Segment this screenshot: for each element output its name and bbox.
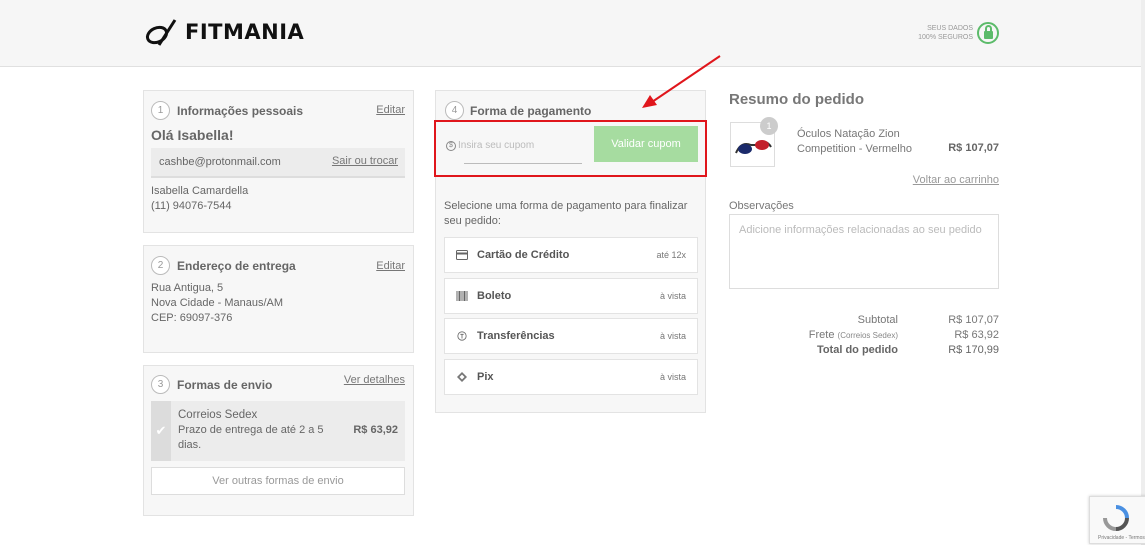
subtotal-label: Subtotal (857, 314, 898, 326)
product-name: Óculos Natação Zion Competition - Vermel… (797, 128, 912, 155)
shipping-label: Frete (808, 329, 835, 341)
step-number: 4 (445, 101, 464, 120)
payment-option-pix[interactable]: Pix à vista (444, 359, 698, 395)
section-title: Informações pessoais (177, 104, 304, 118)
shipping-details-link[interactable]: Ver detalhes (344, 374, 405, 386)
quantity-badge: 1 (760, 117, 778, 135)
shipping-value: R$ 63,92 (954, 329, 999, 341)
pix-icon (457, 372, 467, 382)
section-title: Endereço de entrega (177, 259, 296, 273)
secure-line2: 100% SEGUROS (918, 34, 973, 41)
payment-option-boleto[interactable]: Boleto à vista (444, 278, 698, 314)
email: cashbe@protonmail.com (159, 156, 281, 168)
address-line1: Rua Antigua, 5 (151, 282, 224, 294)
shipping-option-price: R$ 63,92 (353, 424, 398, 436)
payment-option-credit-card[interactable]: Cartão de Crédito até 12x (444, 237, 698, 273)
validate-coupon-button[interactable]: Validar cupom (594, 126, 698, 162)
secure-badge: SEUS DADOS 100% SEGUROS (915, 22, 999, 44)
recaptcha-text: Privacidade - Termos (1098, 535, 1145, 541)
step-number: 3 (151, 375, 170, 394)
coupon-placeholder: Insira seu cupom (458, 140, 535, 151)
payment-option-label: Boleto (477, 290, 512, 302)
edit-address-link[interactable]: Editar (376, 260, 405, 272)
recaptcha-icon (1103, 505, 1129, 531)
logo[interactable]: FITMANIA (145, 17, 304, 47)
summary-title: Resumo do pedido (729, 91, 864, 108)
logo-text: FITMANIA (185, 20, 305, 44)
address-line2: Nova Cidade - Manaus/AM (151, 297, 284, 309)
recaptcha-badge[interactable]: Privacidade - Termos (1089, 496, 1145, 544)
edit-personal-link[interactable]: Editar (376, 104, 405, 116)
barcode-icon (456, 291, 468, 301)
customer-phone: (11) 94076-7544 (151, 200, 232, 212)
email-bar: cashbe@protonmail.com Sair ou trocar (151, 148, 405, 178)
step-number: 2 (151, 256, 170, 275)
payment-option-note: até 12x (656, 250, 686, 260)
logo-mark-icon (145, 19, 177, 46)
credit-card-icon (456, 250, 468, 260)
total-label: Total do pedido (816, 344, 898, 356)
payment-instructions: Selecione uma forma de pagamento para fi… (444, 200, 688, 227)
header: FITMANIA SEUS DADOS 100% SEGUROS (0, 0, 1145, 67)
section-title: Forma de pagamento (470, 104, 592, 118)
section-title: Formas de envio (177, 378, 273, 392)
total-value: R$ 170,99 (948, 344, 999, 356)
address-card: 2 Endereço de entrega Editar Rua Antigua… (143, 245, 414, 353)
personal-info-card: 1 Informações pessoais Editar Olá Isabel… (143, 90, 414, 233)
payment-option-note: à vista (659, 331, 686, 341)
switch-account-link[interactable]: Sair ou trocar (332, 155, 398, 167)
payment-option-label: Transferências (477, 330, 555, 342)
step-number: 1 (151, 101, 170, 120)
payment-option-note: à vista (659, 291, 686, 301)
payment-option-transfer[interactable]: Transferências à vista (444, 318, 698, 354)
coupon-icon: $ (446, 141, 456, 151)
shipping-option-desc: Prazo de entrega de até 2 a 5 dias. (178, 424, 324, 451)
annotation-arrow-icon (642, 55, 721, 108)
transfer-icon (457, 331, 467, 341)
coupon-input[interactable]: $ Insira seu cupom (444, 128, 584, 164)
shipping-card: 3 Formas de envio Ver detalhes ✔ Correio… (143, 365, 414, 516)
secure-line1: SEUS DADOS (927, 25, 973, 32)
greeting: Olá Isabella! (151, 127, 234, 143)
address-line3: CEP: 69097-376 (151, 312, 233, 324)
other-shipping-button[interactable]: Ver outras formas de envio (151, 467, 405, 495)
payment-option-label: Cartão de Crédito (477, 249, 570, 261)
scrollbar[interactable] (1141, 0, 1145, 545)
coupon-highlight: $ Insira seu cupom Validar cupom (434, 120, 707, 177)
observations-placeholder: Adicione informações relacionadas ao seu… (739, 224, 982, 236)
payment-option-note: à vista (659, 372, 686, 382)
shipping-method: (Correios Sedex) (837, 331, 898, 340)
product-price: R$ 107,07 (948, 142, 999, 154)
observations-label: Observações (729, 200, 794, 212)
payment-option-label: Pix (477, 371, 494, 383)
lock-icon (977, 22, 999, 44)
observations-textarea[interactable]: Adicione informações relacionadas ao seu… (729, 214, 999, 289)
shipping-option-name: Correios Sedex (178, 409, 258, 421)
back-to-cart-link[interactable]: Voltar ao carrinho (880, 174, 999, 186)
shipping-option-sedex[interactable]: ✔ Correios Sedex Prazo de entrega de até… (151, 401, 405, 461)
customer-name: Isabella Camardella (151, 185, 249, 197)
subtotal-value: R$ 107,07 (948, 314, 999, 326)
check-icon: ✔ (151, 401, 171, 461)
